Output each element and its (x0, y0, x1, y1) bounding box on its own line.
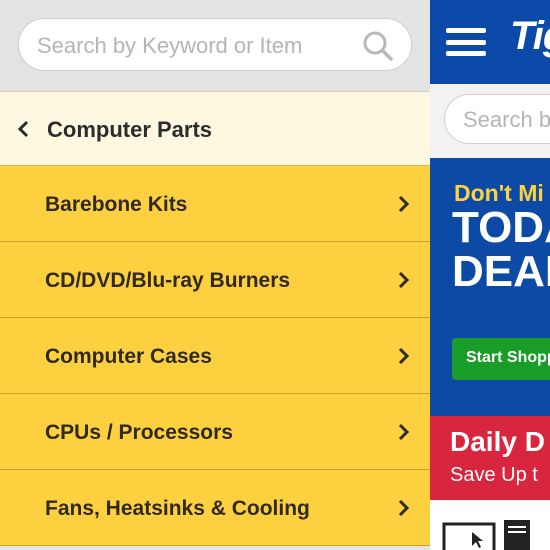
desktop-computer-icon (442, 520, 542, 550)
deals-banner[interactable]: Don't Mi TODA DEAL Start Shopp (430, 158, 550, 416)
drawer-search-input[interactable]: Search by Keyword or Item (18, 18, 412, 71)
menu-item-label: Computer Cases (45, 345, 212, 368)
menu-item-burners[interactable]: CD/DVD/Blu-ray Burners (0, 242, 430, 318)
chevron-right-icon (396, 422, 412, 447)
main-page: Tig Search b Don't Mi TODA DEAL Start Sh… (430, 0, 550, 550)
site-logo[interactable]: Tig (510, 14, 550, 59)
hamburger-menu-icon[interactable] (446, 28, 486, 56)
menu-item-cpus[interactable]: CPUs / Processors (0, 394, 430, 470)
category-title: Computer Parts (47, 117, 213, 142)
product-strip (430, 500, 550, 550)
daily-deals-subtitle: Save Up t (450, 464, 538, 486)
subcategory-list: Barebone Kits CD/DVD/Blu-ray Burners Com… (0, 166, 430, 546)
start-shopping-label: Start Shopp (466, 349, 550, 366)
back-to-computer-parts[interactable]: Computer Parts (0, 91, 430, 166)
daily-deals-banner[interactable]: Daily D Save Up t (430, 416, 550, 500)
banner-headline-line1: TODA (452, 203, 550, 252)
page-search-placeholder: Search b (463, 107, 550, 132)
menu-item-label: CD/DVD/Blu-ray Burners (45, 269, 291, 292)
search-icon[interactable] (362, 30, 394, 67)
daily-deals-title: Daily D (450, 426, 545, 457)
menu-item-label: Barebone Kits (45, 193, 188, 216)
menu-item-computer-cases[interactable]: Computer Cases (0, 318, 430, 394)
chevron-right-icon (396, 270, 412, 295)
chevron-right-icon (396, 346, 412, 371)
chevron-left-icon (15, 119, 31, 144)
banner-headline-line2: DEAL (452, 247, 550, 296)
chevron-right-icon (396, 194, 412, 219)
menu-item-label: Fans, Heatsinks & Cooling (45, 497, 310, 520)
menu-item-barebone-kits[interactable]: Barebone Kits (0, 166, 430, 242)
drawer-search-placeholder: Search by Keyword or Item (37, 33, 303, 58)
nav-drawer: Search by Keyword or Item Computer Parts… (0, 0, 430, 550)
page-search-input[interactable]: Search b (444, 94, 550, 144)
top-bar: Tig (430, 0, 550, 84)
chevron-right-icon (396, 498, 412, 523)
menu-item-label: CPUs / Processors (45, 421, 233, 444)
menu-item-cooling[interactable]: Fans, Heatsinks & Cooling (0, 470, 430, 546)
start-shopping-button[interactable]: Start Shopp (452, 338, 550, 380)
